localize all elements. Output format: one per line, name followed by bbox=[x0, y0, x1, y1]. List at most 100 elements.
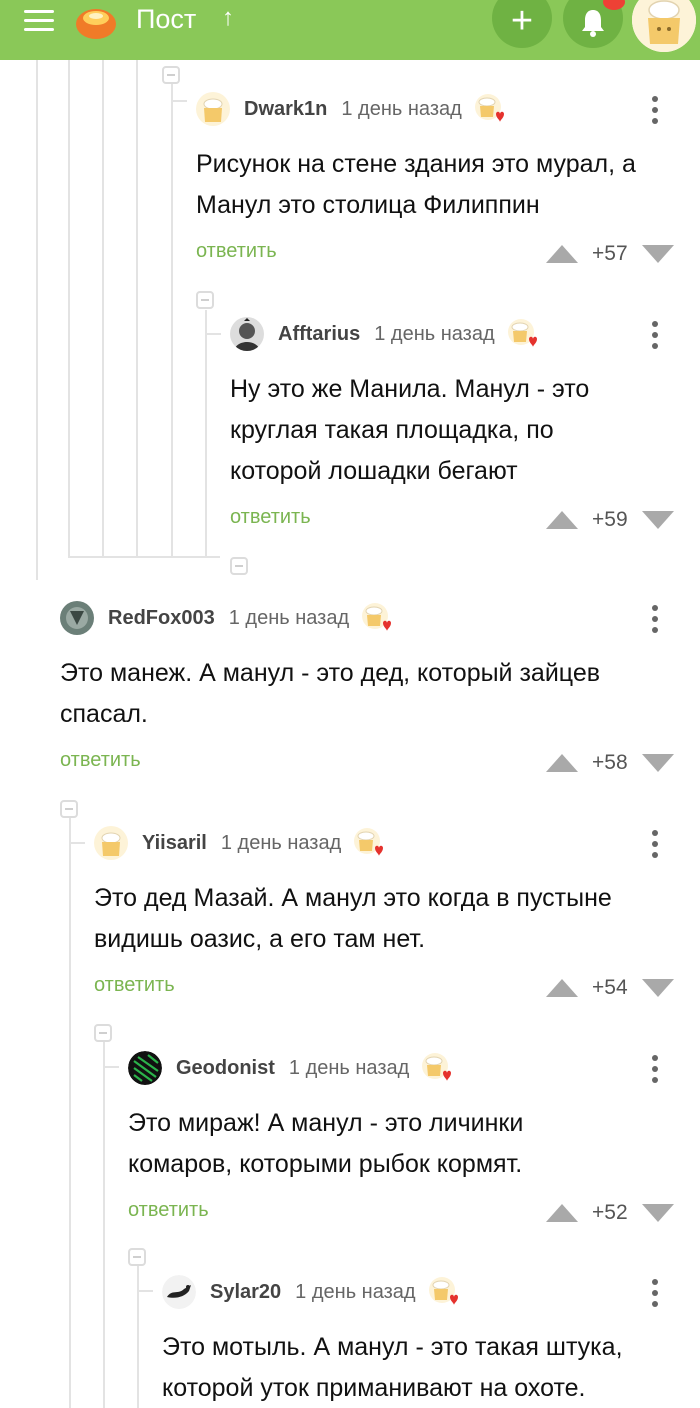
comment-line: Это дед Мазай. А манул это когда в пусты… bbox=[94, 884, 612, 912]
downvote-icon[interactable] bbox=[641, 245, 674, 263]
username[interactable]: Dwark1n bbox=[244, 98, 327, 121]
avatar[interactable] bbox=[60, 601, 94, 635]
comment-line: круглая такая площадка, по bbox=[230, 416, 554, 444]
downvote-icon[interactable] bbox=[641, 754, 674, 772]
upvote-icon[interactable] bbox=[546, 511, 578, 529]
comment-line: которой лошадки бегают bbox=[230, 457, 518, 485]
thread-line bbox=[205, 310, 207, 558]
timestamp: 1 день назад bbox=[374, 322, 495, 345]
menu-icon[interactable] bbox=[24, 10, 54, 32]
award-icon bbox=[362, 603, 392, 631]
award-icon bbox=[422, 1053, 452, 1081]
username[interactable]: RedFox003 bbox=[108, 607, 215, 630]
upvote-icon[interactable] bbox=[546, 245, 578, 263]
collapse-button[interactable] bbox=[162, 66, 180, 84]
avatar[interactable] bbox=[94, 826, 128, 860]
arrow-up-icon[interactable]: ↑ bbox=[222, 4, 234, 32]
reply-button[interactable]: ответить bbox=[128, 1199, 209, 1222]
avatar[interactable] bbox=[128, 1051, 162, 1085]
bell-icon bbox=[582, 10, 604, 37]
upvote-icon[interactable] bbox=[546, 754, 578, 772]
comment-text: Это дед Мазай. А манул это когда в пусты… bbox=[94, 878, 612, 960]
comment: Afftarius 1 день назад Ну это же Манила.… bbox=[230, 317, 686, 537]
comment-line: видишь оазис, а его там нет. bbox=[94, 925, 426, 953]
collapse-button[interactable] bbox=[196, 291, 214, 309]
more-icon[interactable] bbox=[652, 1055, 658, 1083]
score: +57 bbox=[592, 242, 628, 265]
downvote-icon[interactable] bbox=[641, 1204, 674, 1222]
comment-text: Ну это же Манила. Манул - это круглая та… bbox=[230, 369, 589, 492]
score: +59 bbox=[592, 508, 628, 531]
more-icon[interactable] bbox=[652, 830, 658, 858]
upvote-icon[interactable] bbox=[546, 979, 578, 997]
award-icon bbox=[354, 828, 384, 856]
comment: Dwark1n 1 день назад Рисунок на стене зд… bbox=[196, 92, 686, 272]
thread-line bbox=[71, 842, 85, 844]
thread-line bbox=[137, 1266, 139, 1408]
reply-button[interactable]: ответить bbox=[230, 506, 311, 529]
comment-line: спасал. bbox=[60, 700, 148, 728]
comment-text: Это манеж. А манул - это дед, который за… bbox=[60, 653, 600, 735]
collapse-button[interactable] bbox=[230, 557, 248, 575]
thread-line bbox=[105, 1066, 119, 1068]
comment-line: Это манеж. А манул - это дед, который за… bbox=[60, 659, 601, 687]
avatar[interactable] bbox=[196, 92, 230, 126]
avatar[interactable] bbox=[162, 1275, 196, 1309]
downvote-icon[interactable] bbox=[641, 979, 674, 997]
avatar[interactable] bbox=[230, 317, 264, 351]
vote-controls: +52 bbox=[546, 1201, 674, 1225]
username[interactable]: Yiisaril bbox=[142, 832, 207, 855]
comment-text: Рисунок на стене здания это мурал, а Ман… bbox=[196, 144, 636, 226]
award-icon bbox=[428, 1277, 458, 1305]
thread-line bbox=[69, 818, 71, 1408]
comment-line: Это мираж! А манул - это личинки bbox=[128, 1109, 524, 1137]
thread-line bbox=[139, 1290, 153, 1292]
award-icon bbox=[507, 319, 537, 347]
comment-line: комаров, которыми рыбок кормят. bbox=[128, 1150, 523, 1178]
avatar[interactable] bbox=[632, 0, 696, 52]
username[interactable]: Afftarius bbox=[278, 323, 360, 346]
thread-line bbox=[36, 60, 38, 580]
logo-icon[interactable] bbox=[74, 2, 122, 42]
more-icon[interactable] bbox=[652, 96, 658, 124]
reply-button[interactable]: ответить bbox=[94, 974, 175, 997]
timestamp: 1 день назад bbox=[288, 1056, 410, 1079]
vote-controls: +57 bbox=[546, 242, 674, 266]
username[interactable]: Sylar20 bbox=[210, 1281, 281, 1304]
score: +52 bbox=[592, 1201, 628, 1224]
thread-line bbox=[171, 84, 173, 558]
timestamp: 1 день назад bbox=[228, 606, 350, 629]
award-icon bbox=[474, 94, 504, 122]
comment-line: которой уток приманивают на охоте. bbox=[162, 1374, 586, 1402]
collapse-button[interactable] bbox=[94, 1024, 112, 1042]
score: +58 bbox=[592, 751, 628, 774]
vote-controls: +54 bbox=[546, 976, 674, 1000]
more-icon[interactable] bbox=[652, 1279, 658, 1307]
timestamp: 1 день назад bbox=[295, 1280, 416, 1303]
collapse-button[interactable] bbox=[128, 1248, 146, 1266]
thread-line bbox=[103, 1042, 105, 1408]
more-icon[interactable] bbox=[652, 321, 658, 349]
downvote-icon[interactable] bbox=[641, 511, 674, 529]
comment: Geodonist 1 день назад Это мираж! А ману… bbox=[128, 1051, 686, 1231]
reply-button[interactable]: ответить bbox=[60, 749, 141, 772]
score: +54 bbox=[592, 976, 628, 999]
comment-line: Это мотыль. А манул - это такая штука, bbox=[162, 1333, 623, 1361]
add-post-button[interactable]: + bbox=[492, 0, 552, 48]
reply-button[interactable]: ответить bbox=[196, 240, 277, 263]
comment-line: Ну это же Манила. Манул - это bbox=[230, 375, 590, 403]
collapse-button[interactable] bbox=[60, 800, 78, 818]
page-title: Пост bbox=[136, 4, 197, 34]
comment: Sylar20 1 день назад Это мотыль. А манул… bbox=[162, 1275, 686, 1408]
thread-line bbox=[68, 60, 70, 558]
vote-controls: +59 bbox=[546, 508, 674, 532]
comment: RedFox003 1 день назад Это манеж. А ману… bbox=[60, 601, 686, 781]
more-icon[interactable] bbox=[652, 605, 658, 633]
thread-line bbox=[68, 556, 220, 558]
upvote-icon[interactable] bbox=[546, 1204, 578, 1222]
top-bar: Пост ↑ + bbox=[0, 0, 700, 60]
comment: Yiisaril 1 день назад Это дед Мазай. А м… bbox=[94, 826, 686, 1006]
username[interactable]: Geodonist bbox=[176, 1057, 275, 1080]
vote-controls: +58 bbox=[546, 751, 674, 775]
comment-text: Это мотыль. А манул - это такая штука, к… bbox=[162, 1327, 623, 1408]
